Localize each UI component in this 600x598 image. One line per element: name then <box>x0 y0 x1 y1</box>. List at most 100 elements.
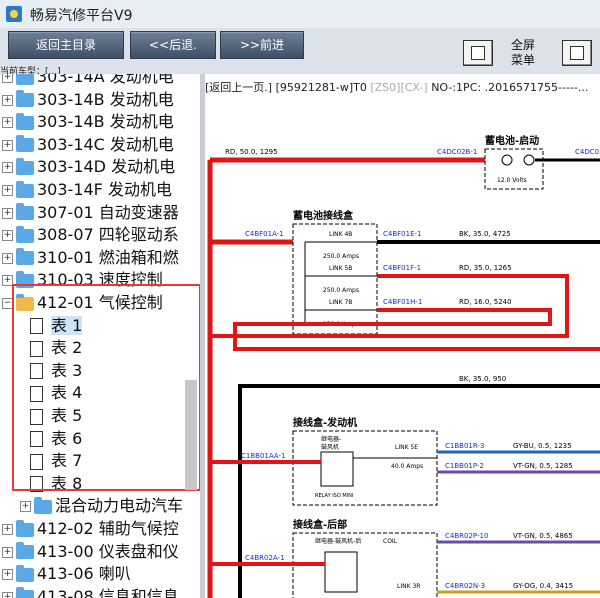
back-to-main-button[interactable]: 返回主目录 <box>8 31 124 59</box>
fuse-rating: 250.0 Amps <box>323 253 359 260</box>
battery-junction-title: 蓄电池接线盒 <box>293 209 354 222</box>
battery-icon <box>523 154 535 166</box>
tree-folder-item[interactable]: +413-08 信息和信息 <box>2 586 179 598</box>
tree-item-label: 303-14F 发动机电 <box>37 180 172 199</box>
expand-icon[interactable]: + <box>2 139 13 151</box>
relay-icon <box>320 451 354 487</box>
relay-label: 继电器-鼓风机-后 <box>315 537 361 545</box>
expand-icon[interactable]: + <box>2 546 13 558</box>
connector-label: C4DC03A-1 <box>575 148 600 156</box>
folder-icon <box>16 157 34 175</box>
expand-icon[interactable]: + <box>2 252 13 264</box>
highlight-box <box>12 284 201 491</box>
wiring-diagram: RD, 50.0, 1295 C4DC02B-1 C4DC03A-1 蓄电池-启… <box>207 134 600 598</box>
tree-folder-item[interactable]: + 混合动力电动汽车 <box>20 495 183 517</box>
relay-label: 鼓风机 <box>321 443 339 451</box>
toolbar: 返回主目录 <<后退. >>前进 全屏 菜单 <box>0 28 600 76</box>
fuse-label: LINK 5E <box>395 444 418 451</box>
tree-folder-item[interactable]: +303-14B 发动机电 <box>2 89 174 111</box>
app-logo-icon <box>6 6 22 22</box>
tree-item-label: 303-14B 发动机电 <box>37 89 174 109</box>
junction-box <box>292 223 378 335</box>
folder-icon <box>16 564 34 582</box>
wire-label: RD, 50.0, 1295 <box>225 148 278 156</box>
expand-icon[interactable]: + <box>2 591 13 598</box>
connector-label: C4BR02A-1 <box>245 554 285 562</box>
menu-label: 菜单 <box>510 53 535 67</box>
coil-label: COIL <box>383 538 398 545</box>
expand-icon[interactable]: + <box>2 162 13 174</box>
tree-folder-item[interactable]: +413-00 仪表盘和仪 <box>2 541 179 563</box>
connector-label: C4BF01F-1 <box>383 264 421 272</box>
tree-folder-item[interactable]: +413-06 喇叭 <box>2 563 131 585</box>
expand-icon[interactable]: + <box>2 74 13 83</box>
app-title: 畅易汽修平台V9 <box>30 8 133 24</box>
tree-item-label: 混合动力电动汽车 <box>55 496 184 516</box>
forward-button[interactable]: >>前进 <box>220 31 304 59</box>
connector-label: C1BB01AA-1 <box>241 452 285 460</box>
folder-icon <box>16 90 34 108</box>
wire-label: BK, 35.0, 950 <box>459 375 506 383</box>
expand-icon[interactable]: + <box>20 501 31 513</box>
wire-label: VT-GN, 0.5, 1285 <box>513 462 573 470</box>
folder-icon <box>16 542 34 560</box>
power-wire-link7b <box>233 308 600 351</box>
expand-pane-button[interactable] <box>562 40 592 66</box>
tree-item-label: 412-02 辅助气候控 <box>37 519 179 538</box>
folder-icon <box>16 135 34 153</box>
tree-folder-item[interactable]: +308-07 四轮驱动系 <box>2 224 179 246</box>
tree-folder-item[interactable]: +303-14F 发动机电 <box>2 179 172 201</box>
tree-folder-item[interactable]: +303-14A 发动机电 <box>2 74 174 88</box>
connector-label: C4BF01H-1 <box>383 298 422 306</box>
wire-label: VT-GN, 0.5, 4865 <box>513 532 573 540</box>
title-bar: 畅易汽修平台V9 <box>0 0 600 29</box>
expand-icon[interactable]: + <box>2 569 13 581</box>
power-wire-link5b <box>210 274 569 338</box>
wire-label: GY-OG, 0.4, 3415 <box>513 582 573 590</box>
connector-label: C4BF01E-1 <box>383 230 421 238</box>
relay-type: RELAY ISO MINI <box>315 493 353 499</box>
tree-folder-item[interactable]: +303-14C 发动机电 <box>2 134 174 156</box>
fullscreen-menu-button[interactable]: 全屏 菜单 <box>503 38 543 68</box>
tree-scrollbar[interactable] <box>185 380 197 490</box>
fullscreen-label: 全屏 <box>510 38 535 52</box>
engine-junction-title: 接线盒-发动机 <box>293 416 357 429</box>
expand-icon[interactable]: + <box>2 524 13 535</box>
tree-folder-item[interactable]: +310-01 燃油箱和燃 <box>2 247 179 269</box>
volts-label: 12.0 Volts <box>497 177 527 184</box>
collapse-pane-button[interactable] <box>463 40 493 66</box>
tree-item-label: 303-14B 发动机电 <box>37 112 174 132</box>
expand-icon[interactable]: + <box>2 230 13 242</box>
tree-folder-item[interactable]: +307-01 自动变速器 <box>2 202 179 224</box>
fuse-rating: 250.0 Amps <box>323 287 359 294</box>
folder-icon <box>34 496 52 514</box>
fuse-label: LINK 7B <box>329 299 352 306</box>
tree-item-label: 303-14A 发动机电 <box>37 74 174 86</box>
expand-icon[interactable]: + <box>2 185 13 196</box>
tree-folder-item[interactable]: +303-14D 发动机电 <box>2 156 175 178</box>
tree-item-label: 413-06 喇叭 <box>37 564 131 584</box>
tree-folder-item[interactable]: +412-02 辅助气候控 <box>2 518 179 540</box>
connector-label: C1BB01P-2 <box>445 462 484 470</box>
tree-item-label: 308-07 四轮驱动系 <box>37 225 179 245</box>
folder-icon <box>16 225 34 243</box>
fuse-rating: 40.0 Amps <box>391 463 423 470</box>
wire-label: RD, 16.0, 5240 <box>459 298 512 306</box>
tree-item-label: 307-01 自动变速器 <box>37 202 179 222</box>
panel-icon <box>471 46 485 60</box>
split-icon <box>570 46 584 60</box>
folder-icon <box>16 112 34 130</box>
wire-label: RD, 35.0, 1265 <box>459 264 512 272</box>
tree-item-label: 413-00 仪表盘和仪 <box>37 541 179 561</box>
wire-label: GY-BU, 0.5, 1235 <box>513 442 572 450</box>
tree-item-label: 303-14D 发动机电 <box>37 157 176 177</box>
relay-label: 继电器- <box>321 435 341 443</box>
expand-icon[interactable]: + <box>2 117 13 129</box>
expand-icon[interactable]: + <box>2 94 13 106</box>
expand-icon[interactable]: + <box>2 207 13 219</box>
back-button[interactable]: <<后退. <box>130 31 216 59</box>
folder-icon <box>16 74 34 85</box>
tree-folder-item[interactable]: +303-14B 发动机电 <box>2 111 174 133</box>
rear-junction-title: 接线盒-后部 <box>293 518 347 531</box>
connector-label: C4DC02B-1 <box>437 148 477 156</box>
